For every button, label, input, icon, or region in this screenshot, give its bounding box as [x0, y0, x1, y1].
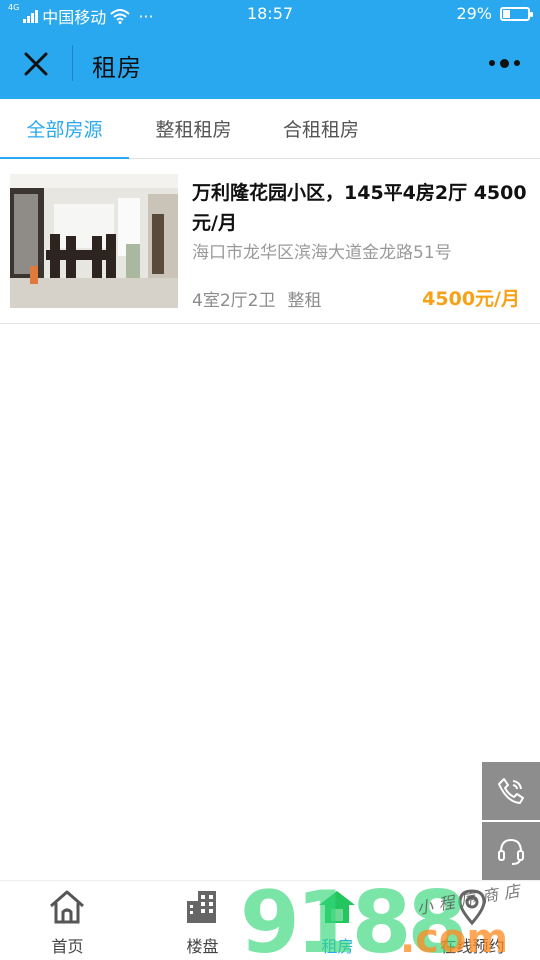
listing-title: 万利隆花园小区，145平4房2厅 4500元/月	[192, 182, 527, 234]
tab-whole-rent[interactable]: 整租租房	[129, 99, 258, 159]
nav-rent-label: 租房	[321, 937, 354, 956]
battery-percent: 29%	[456, 4, 492, 23]
title-bar: 租房	[0, 28, 540, 99]
title-divider	[72, 45, 73, 81]
close-button[interactable]	[14, 42, 58, 86]
nav-home-label: 首页	[51, 937, 84, 956]
listing-price: 4500元/月	[422, 288, 520, 310]
close-icon	[24, 52, 48, 76]
listing-layout: 4室2厅2卫	[192, 291, 276, 311]
home-icon	[50, 890, 84, 924]
more-options-button[interactable]	[484, 48, 524, 78]
listing-photo	[10, 174, 178, 308]
status-right: 29%	[456, 4, 533, 23]
location-pin-icon	[458, 889, 486, 926]
more-dot-icon	[513, 60, 520, 66]
page-title: 租房	[92, 54, 142, 82]
call-button[interactable]	[482, 762, 540, 820]
listing-address: 海口市龙华区滨海大道金龙路51号	[192, 243, 452, 263]
listing-meta: 4室2厅2卫 整租	[192, 286, 321, 311]
tab-all-listings[interactable]: 全部房源	[0, 99, 129, 159]
nav-rent[interactable]: 租房	[270, 881, 405, 960]
bottom-nav: 首页 楼盘 租房 在线预约	[0, 880, 540, 960]
status-bar: 4G 中国移动 ··· 18:57 29%	[0, 0, 540, 28]
building-icon	[187, 891, 216, 923]
listing-card[interactable]: 万利隆花园小区，145平4房2厅 4500元/月 海口市龙华区滨海大道金龙路51…	[0, 160, 540, 324]
listing-rent-type: 整租	[287, 291, 322, 311]
nav-home[interactable]: 首页	[0, 881, 135, 960]
nav-appointment[interactable]: 在线预约	[405, 881, 540, 960]
nav-buildings[interactable]: 楼盘	[135, 881, 270, 960]
tab-shared-rent[interactable]: 合租租房	[258, 99, 384, 159]
nav-appointment-label: 在线预约	[440, 937, 505, 956]
category-tabs: 全部房源 整租租房 合租租房	[0, 99, 540, 159]
headset-icon	[498, 838, 524, 865]
rent-house-icon	[319, 891, 355, 923]
more-dot-icon	[488, 60, 495, 66]
phone-call-icon	[498, 778, 524, 804]
battery-level	[503, 9, 510, 18]
nav-buildings-label: 楼盘	[186, 937, 219, 956]
battery-icon	[500, 6, 533, 21]
more-dot-icon	[499, 58, 509, 68]
customer-service-button[interactable]	[482, 822, 540, 880]
